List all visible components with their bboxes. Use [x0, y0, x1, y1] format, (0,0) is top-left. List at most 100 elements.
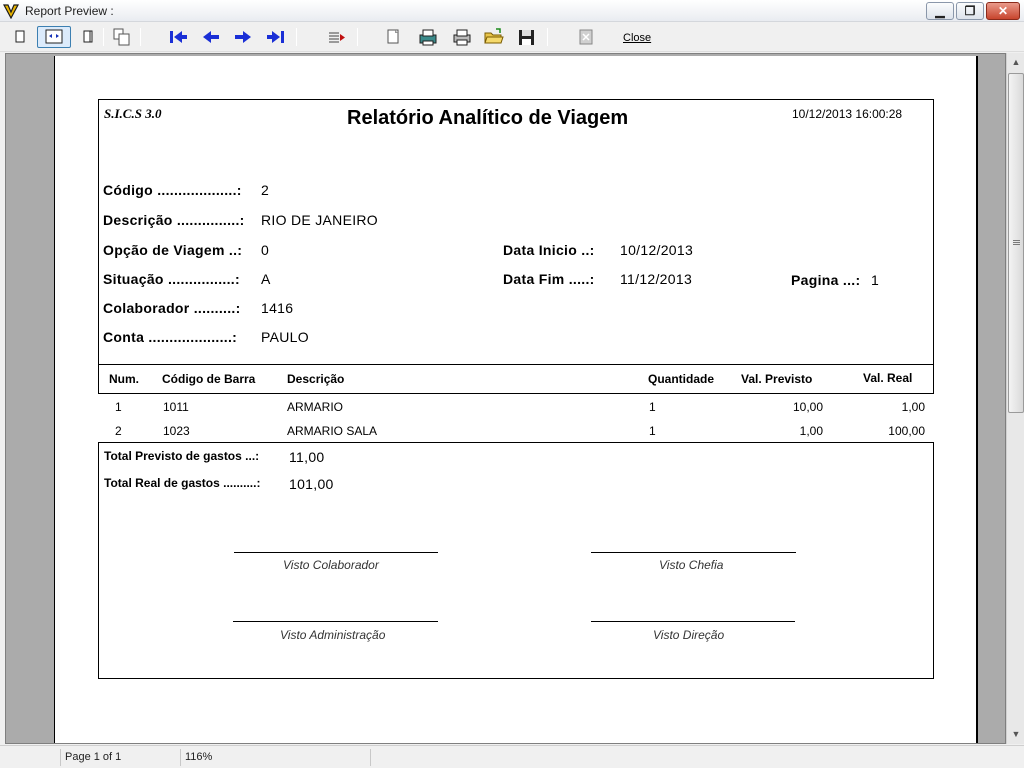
printer-setup-button[interactable]	[416, 26, 440, 48]
goto-page-icon	[329, 32, 345, 43]
save-button[interactable]	[515, 26, 539, 48]
total-real-label: Total Real de gastos ..........:	[104, 476, 261, 490]
close-icon: ✕	[997, 4, 1009, 18]
row-num: 1	[115, 400, 122, 414]
row-quantidade: 1	[649, 424, 656, 438]
col-val-previsto-header: Val. Previsto	[741, 372, 813, 386]
codigo-label: Código ...................:	[103, 182, 242, 198]
multi-page-icon	[113, 28, 130, 46]
first-page-icon	[170, 31, 187, 43]
row-val-previsto: 10,00	[792, 400, 823, 414]
multi-page-button[interactable]	[110, 26, 134, 48]
close-button[interactable]: Close	[623, 32, 651, 44]
previous-page-icon	[203, 31, 219, 43]
preview-viewport[interactable]: S.I.C.S 3.0 Relatório Analítico de Viage…	[5, 53, 1006, 744]
row-descricao: ARMARIO SALA	[287, 424, 378, 438]
visto-chefia-label: Visto Chefia	[659, 558, 724, 572]
printer-setup-icon	[419, 29, 437, 46]
single-page-button[interactable]	[10, 26, 30, 48]
toolbar-separator	[140, 28, 141, 46]
opcao-viagem-value: 0	[261, 242, 270, 258]
next-page-icon	[235, 31, 251, 43]
visto-administracao-label: Visto Administração	[280, 628, 386, 642]
full-page-button[interactable]	[78, 26, 98, 48]
save-disk-icon	[519, 30, 534, 45]
page-setup-icon	[387, 29, 399, 44]
grip-icon	[1013, 244, 1020, 245]
print-icon	[453, 29, 471, 46]
codigo-value: 2	[261, 182, 270, 198]
row-val-real: 1,00	[901, 400, 925, 414]
total-real-value: 101,00	[289, 476, 334, 492]
col-val-real-header: Val. Real	[863, 371, 913, 385]
toolbar-separator	[357, 28, 358, 46]
situacao-value: A	[261, 271, 271, 287]
col-codigo-barra-header: Código de Barra	[162, 372, 256, 386]
toolbar-separator	[103, 28, 104, 46]
signature-line	[591, 621, 795, 622]
grip-icon	[1013, 240, 1020, 241]
col-num-header: Num.	[109, 372, 139, 386]
col-quantidade-header: Quantidade	[648, 372, 715, 386]
conta-label: Conta ....................:	[103, 329, 238, 345]
previous-page-button[interactable]	[199, 26, 223, 48]
next-page-button[interactable]	[231, 26, 255, 48]
signature-line	[591, 552, 796, 553]
open-button[interactable]	[482, 26, 506, 48]
total-previsto-label: Total Previsto de gastos ...:	[104, 449, 260, 463]
minimize-icon: ▁	[935, 4, 945, 18]
vertical-scrollbar[interactable]: ▲ ▼	[1006, 53, 1024, 744]
row-num: 2	[115, 424, 122, 438]
export-button[interactable]	[575, 26, 597, 48]
page-width-icon	[45, 29, 63, 44]
data-fim-label: Data Fim .....:	[503, 271, 595, 287]
toolbar-separator	[547, 28, 548, 46]
scroll-down-arrow-icon[interactable]: ▼	[1009, 727, 1023, 741]
report-page: S.I.C.S 3.0 Relatório Analítico de Viage…	[54, 56, 978, 743]
row-descricao: ARMARIO	[287, 400, 344, 414]
minimize-button[interactable]: ▁	[926, 2, 954, 20]
colaborador-label: Colaborador ..........:	[103, 300, 241, 316]
conta-value: PAULO	[261, 329, 309, 345]
row-val-real: 100,00	[888, 424, 925, 438]
restore-icon: ❐	[964, 4, 976, 18]
pagina-label: Pagina ...:	[791, 272, 861, 288]
goto-page-button[interactable]	[325, 26, 349, 48]
app-logo-icon	[3, 4, 19, 19]
row-val-previsto: 1,00	[799, 424, 823, 438]
col-descricao-header: Descrição	[287, 372, 345, 386]
row-codigo-barra: 1011	[163, 400, 189, 414]
descricao-value: RIO DE JANEIRO	[261, 212, 378, 228]
system-name: S.I.C.S 3.0	[104, 106, 162, 121]
report-preview-window: Report Preview : ▁ ❐ ✕ Close S.I.C.S 3.0…	[0, 0, 1024, 768]
print-button[interactable]	[450, 26, 474, 48]
close-window-button[interactable]: ✕	[986, 2, 1020, 20]
signature-line	[234, 552, 438, 553]
pagina-value: 1	[871, 272, 880, 288]
page-setup-button[interactable]	[383, 26, 405, 48]
descricao-label: Descrição ...............:	[103, 212, 245, 228]
report-datetime: 10/12/2013 16:00:28	[792, 107, 903, 121]
open-folder-icon	[484, 28, 504, 44]
visto-colaborador-label: Visto Colaborador	[283, 558, 379, 572]
data-inicio-label: Data Inicio ..:	[503, 242, 595, 258]
visto-direcao-label: Visto Direção	[653, 628, 725, 642]
scroll-thumb[interactable]	[1008, 73, 1024, 413]
zoom-indicator: 116%	[180, 749, 370, 766]
total-previsto-value: 11,00	[289, 449, 325, 465]
page-width-button[interactable]	[37, 26, 71, 48]
title-bar: Report Preview : ▁ ❐ ✕	[0, 0, 1024, 22]
single-page-icon	[15, 30, 25, 43]
export-icon	[579, 29, 593, 45]
report-title: Relatório Analítico de Viagem	[347, 107, 629, 129]
situacao-label: Situação ................:	[103, 271, 240, 287]
report-header-box	[98, 99, 934, 365]
scroll-up-arrow-icon[interactable]: ▲	[1009, 55, 1023, 69]
first-page-button[interactable]	[166, 26, 190, 48]
restore-button[interactable]: ❐	[956, 2, 984, 20]
colaborador-value: 1416	[261, 300, 294, 316]
full-page-icon	[83, 30, 93, 43]
last-page-button[interactable]	[264, 26, 288, 48]
status-bar: Page 1 of 1 116%	[0, 745, 1024, 768]
toolbar-separator	[296, 28, 297, 46]
